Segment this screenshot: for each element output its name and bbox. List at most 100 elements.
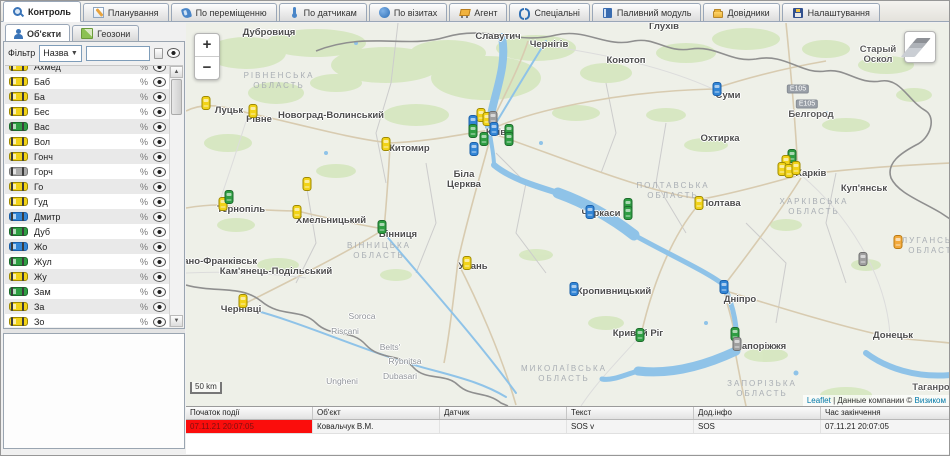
vehicle-map-marker[interactable] (382, 137, 391, 151)
zoom-out-button[interactable]: − (195, 57, 219, 79)
object-list-item[interactable]: За % (5, 299, 170, 314)
track-icon[interactable]: % (140, 317, 148, 327)
visibility-eye-icon[interactable] (153, 152, 166, 162)
object-list-item[interactable]: Го % (5, 179, 170, 194)
vendor-link[interactable]: Визиком (915, 396, 946, 405)
track-icon[interactable]: % (140, 257, 148, 267)
track-icon[interactable]: % (140, 182, 148, 192)
object-list-item[interactable]: Зам % (5, 284, 170, 299)
track-icon[interactable]: % (140, 65, 148, 72)
event-row[interactable]: 07.11.21 20:07:05Ковальчук В.М.SOS vSOS0… (186, 420, 950, 434)
vehicle-map-marker[interactable] (505, 132, 514, 146)
visibility-eye-icon[interactable] (153, 212, 166, 222)
show-all-eye-icon[interactable] (167, 48, 180, 58)
visibility-eye-icon[interactable] (153, 77, 166, 87)
object-list-item[interactable]: Гонч % (5, 149, 170, 164)
objects-scrollbar[interactable]: ▲ ▼ (169, 66, 183, 327)
vehicle-map-marker[interactable] (720, 280, 729, 294)
toolbar-tab[interactable]: Контроль (3, 1, 81, 22)
track-icon[interactable]: % (140, 242, 148, 252)
events-column-header[interactable]: Текст (567, 407, 694, 419)
sidebar-tab[interactable]: Об'єкти (5, 24, 70, 42)
events-column-header[interactable]: Час закінчення (821, 407, 950, 419)
toolbar-tab[interactable]: Агент (449, 3, 507, 21)
vehicle-map-marker[interactable] (202, 96, 211, 110)
vehicle-map-marker[interactable] (378, 220, 387, 234)
vehicle-map-marker[interactable] (239, 294, 248, 308)
vehicle-map-marker[interactable] (490, 122, 499, 136)
vehicle-map-marker[interactable] (293, 205, 302, 219)
toolbar-tab[interactable]: По візитах (369, 3, 447, 21)
object-list-item[interactable]: Вол % (5, 134, 170, 149)
track-icon[interactable]: % (140, 287, 148, 297)
vehicle-map-marker[interactable] (225, 190, 234, 204)
object-list-item[interactable]: Гуд % (5, 194, 170, 209)
visibility-eye-icon[interactable] (153, 182, 166, 192)
track-icon[interactable]: % (140, 272, 148, 282)
track-icon[interactable]: % (140, 107, 148, 117)
scroll-thumb[interactable] (171, 79, 182, 115)
visibility-eye-icon[interactable] (153, 242, 166, 252)
visibility-eye-icon[interactable] (153, 107, 166, 117)
visibility-eye-icon[interactable] (153, 272, 166, 282)
track-icon[interactable]: % (140, 302, 148, 312)
vehicle-map-marker[interactable] (733, 337, 742, 351)
vehicle-map-marker[interactable] (469, 124, 478, 138)
vehicle-map-marker[interactable] (463, 256, 472, 270)
vehicle-map-marker[interactable] (570, 282, 579, 296)
sidebar-tab[interactable]: Геозони (72, 25, 139, 41)
map-canvas[interactable]: + − ДубровицяСлавутичЧернігівГлухівКонот… (186, 23, 950, 406)
events-column-header[interactable]: Датчик (440, 407, 567, 419)
toolbar-tab[interactable]: Паливний модуль (592, 3, 702, 21)
filter-field-select[interactable]: Назва ▼ (39, 45, 82, 62)
visibility-eye-icon[interactable] (153, 92, 166, 102)
object-list-item[interactable]: Горч % (5, 164, 170, 179)
scroll-down-arrow[interactable]: ▼ (170, 315, 183, 327)
layers-control[interactable] (904, 31, 936, 63)
vehicle-map-marker[interactable] (470, 142, 479, 156)
scroll-up-arrow[interactable]: ▲ (170, 66, 183, 78)
object-list-item[interactable]: Бес % (5, 104, 170, 119)
visibility-eye-icon[interactable] (153, 287, 166, 297)
zoom-in-button[interactable]: + (195, 34, 219, 57)
object-list-item[interactable]: Жул % (5, 254, 170, 269)
vehicle-map-marker[interactable] (894, 235, 903, 249)
track-icon[interactable]: % (140, 197, 148, 207)
object-list-item[interactable]: Дмитр % (5, 209, 170, 224)
object-list-item[interactable]: Жу % (5, 269, 170, 284)
toolbar-tab[interactable]: По переміщенню (171, 3, 277, 21)
object-list-item[interactable]: Ахмед % (5, 65, 170, 74)
object-list-item[interactable]: Жо % (5, 239, 170, 254)
object-list-item[interactable]: Баб % (5, 74, 170, 89)
object-list-item[interactable]: Зо % (5, 314, 170, 327)
track-icon[interactable]: % (140, 122, 148, 132)
visibility-eye-icon[interactable] (153, 122, 166, 132)
leaflet-link[interactable]: Leaflet (807, 396, 831, 405)
track-icon[interactable]: % (140, 77, 148, 87)
visibility-eye-icon[interactable] (153, 65, 166, 72)
toolbar-tab[interactable]: Довідники (703, 3, 779, 21)
toolbar-tab[interactable]: По датчикам (279, 3, 367, 21)
vehicle-map-marker[interactable] (695, 196, 704, 210)
visibility-eye-icon[interactable] (153, 317, 166, 327)
object-list-item[interactable]: Вас % (5, 119, 170, 134)
toolbar-tab[interactable]: Планування (83, 3, 169, 21)
vehicle-map-marker[interactable] (480, 132, 489, 146)
track-icon[interactable]: % (140, 152, 148, 162)
track-icon[interactable]: % (140, 227, 148, 237)
visibility-eye-icon[interactable] (153, 197, 166, 207)
toolbar-tab[interactable]: Спеціальні (509, 3, 589, 21)
vehicle-map-marker[interactable] (792, 161, 801, 175)
visibility-eye-icon[interactable] (153, 227, 166, 237)
vehicle-map-marker[interactable] (713, 82, 722, 96)
visibility-eye-icon[interactable] (153, 257, 166, 267)
visibility-eye-icon[interactable] (153, 137, 166, 147)
track-icon[interactable]: % (140, 212, 148, 222)
toolbar-tab[interactable]: Налаштування (782, 3, 880, 21)
visibility-eye-icon[interactable] (153, 302, 166, 312)
vehicle-map-marker[interactable] (624, 206, 633, 220)
events-column-header[interactable]: Дод.інфо (694, 407, 821, 419)
object-list-item[interactable]: Дуб % (5, 224, 170, 239)
vehicle-map-marker[interactable] (249, 104, 258, 118)
vehicle-map-marker[interactable] (636, 328, 645, 342)
